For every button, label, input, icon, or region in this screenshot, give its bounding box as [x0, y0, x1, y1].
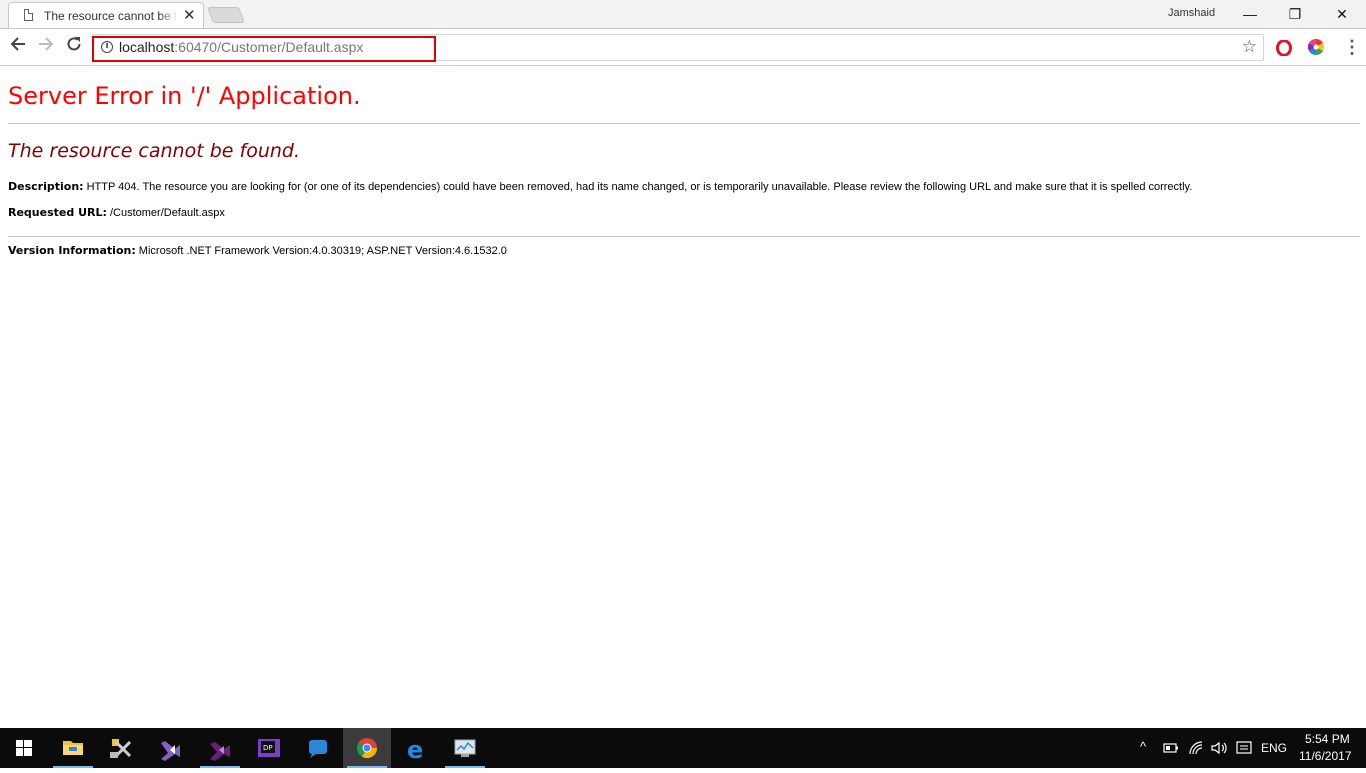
forward-arrow-icon[interactable]: [35, 35, 57, 57]
svg-text:DP: DP: [263, 744, 273, 752]
tab-title: The resource cannot be f: [44, 9, 176, 23]
tab-close-icon[interactable]: ✕: [183, 7, 196, 25]
description-line: Description: HTTP 404. The resource you …: [8, 180, 1192, 193]
windows-start-icon[interactable]: [0, 728, 48, 768]
document-icon: [24, 9, 33, 21]
edge-icon[interactable]: e: [392, 728, 440, 768]
volume-icon[interactable]: [1210, 740, 1228, 756]
chat-icon[interactable]: [294, 728, 342, 768]
chrome-menu-icon[interactable]: ⋮: [1343, 37, 1361, 57]
performance-monitor-icon[interactable]: [441, 728, 489, 768]
restore-button[interactable]: ❐: [1280, 4, 1310, 24]
language-indicator[interactable]: ENG: [1261, 741, 1287, 755]
error-subtitle: The resource cannot be found.: [8, 140, 301, 162]
profile-name[interactable]: Jamshaid: [1168, 7, 1215, 19]
divider: [8, 236, 1360, 237]
divider: [8, 123, 1360, 124]
opera-icon[interactable]: [1276, 40, 1292, 56]
new-tab-button[interactable]: [207, 7, 245, 23]
close-window-button[interactable]: ✕: [1327, 4, 1357, 24]
clock-time[interactable]: 5:54 PM: [1305, 732, 1350, 746]
minimize-button[interactable]: —: [1235, 4, 1265, 24]
visual-studio-purple-icon[interactable]: [196, 728, 244, 768]
dotpeek-icon[interactable]: DP: [245, 728, 293, 768]
requested-url-label: Requested URL:: [8, 206, 107, 219]
color-wheel-icon[interactable]: [1307, 38, 1325, 56]
windows-taskbar: DP e ^ ENG 5:54 PM 11/6/2017: [0, 728, 1366, 768]
reload-icon[interactable]: [63, 35, 85, 57]
wifi-icon[interactable]: [1188, 740, 1204, 756]
version-line: Version Information: Microsoft .NET Fram…: [8, 244, 507, 257]
tab-title-fade: [159, 7, 179, 25]
battery-icon[interactable]: [1163, 742, 1179, 754]
clock-date[interactable]: 11/6/2017: [1299, 749, 1352, 763]
chevron-up-icon[interactable]: ^: [1140, 739, 1146, 754]
tab-strip: The resource cannot be f ✕ Jamshaid — ❐ …: [0, 0, 1366, 29]
requested-url-value: /Customer/Default.aspx: [109, 207, 225, 219]
version-text: Microsoft .NET Framework Version:4.0.303…: [138, 245, 507, 257]
page-title: Server Error in '/' Application.: [8, 82, 361, 110]
version-label: Version Information:: [8, 244, 136, 257]
chrome-icon[interactable]: [343, 728, 391, 768]
url-highlight-annotation: [92, 36, 436, 62]
bookmark-star-icon[interactable]: ☆: [1242, 37, 1257, 57]
tools-icon[interactable]: [98, 728, 146, 768]
svg-text:e: e: [407, 736, 423, 764]
notification-icon[interactable]: [1236, 740, 1252, 756]
back-arrow-icon[interactable]: [7, 35, 29, 57]
file-explorer-icon[interactable]: [49, 728, 97, 768]
description-text: HTTP 404. The resource you are looking f…: [86, 181, 1193, 193]
description-label: Description:: [8, 180, 84, 193]
requested-url-line: Requested URL: /Customer/Default.aspx: [8, 206, 225, 219]
browser-tab[interactable]: The resource cannot be f ✕: [8, 2, 204, 29]
visual-studio-icon[interactable]: [147, 728, 195, 768]
